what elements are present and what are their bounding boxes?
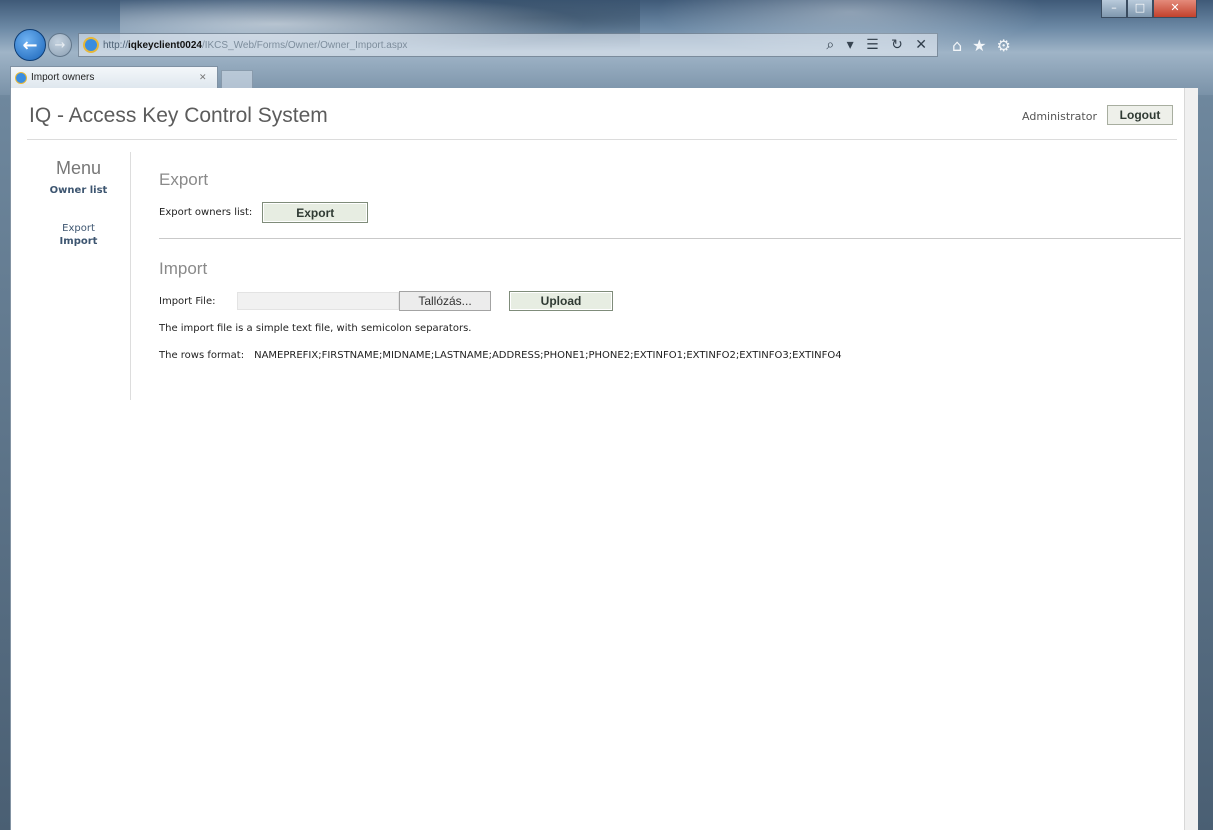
page-content: IQ - Access Key Control System Administr… [10, 88, 1198, 830]
url-scheme: http:// [103, 39, 129, 51]
logout-button[interactable]: Logout [1107, 105, 1173, 125]
new-tab-button[interactable] [221, 70, 253, 88]
url-path: /IKCS_Web/Forms/Owner/Owner_Import.aspx [201, 39, 408, 51]
minimize-button[interactable]: – [1101, 0, 1127, 18]
browser-chrome: – □ ✕ ← → http:// iqkeyclient0024 /IKCS_… [0, 0, 1213, 95]
address-actions[interactable]: ⌕ ▾ ☰ ↻ ✕ [826, 37, 931, 53]
tab-import-owners[interactable]: Import owners ✕ [10, 66, 218, 88]
sidebar-menu: Menu Owner list Export Import [27, 152, 131, 400]
address-bar[interactable]: http:// iqkeyclient0024 /IKCS_Web/Forms/… [78, 33, 938, 57]
url-host: iqkeyclient0024 [128, 39, 202, 51]
ie-page-icon [83, 37, 99, 53]
import-file-input[interactable] [237, 292, 399, 310]
maximize-button[interactable]: □ [1127, 0, 1153, 18]
format-value: NAMEPREFIX;FIRSTNAME;MIDNAME;LASTNAME;AD… [254, 350, 842, 361]
back-button[interactable]: ← [14, 29, 46, 61]
sidebar-item-owner-list[interactable]: Owner list [27, 185, 130, 196]
browse-button[interactable]: Tallózás... [399, 291, 491, 311]
export-row: Export owners list: Export [159, 202, 1183, 223]
import-section-title: Import [159, 259, 208, 278]
tab-strip: Import owners ✕ [10, 66, 253, 88]
menu-title: Menu [55, 158, 102, 178]
format-label: The rows format: [159, 350, 245, 361]
navigation-bar: ← → http:// iqkeyclient0024 /IKCS_Web/Fo… [14, 28, 1204, 62]
close-window-button[interactable]: ✕ [1153, 0, 1197, 18]
format-row: The rows format: NAMEPREFIX;FIRSTNAME;MI… [159, 350, 1183, 361]
page-title: IQ - Access Key Control System [29, 104, 328, 127]
tab-favicon-icon [15, 71, 27, 84]
app-header: IQ - Access Key Control System Administr… [27, 102, 1177, 140]
export-button[interactable]: Export [262, 202, 369, 223]
import-file-label: Import File: [159, 295, 216, 307]
export-section-title: Export [159, 170, 209, 189]
upload-button[interactable]: Upload [509, 291, 613, 311]
tab-close-icon[interactable]: ✕ [199, 73, 217, 83]
current-user: Administrator [1022, 110, 1097, 123]
window-controls: – □ ✕ [1101, 0, 1197, 20]
sidebar-item-export[interactable]: Export [27, 222, 130, 235]
tab-label: Import owners [31, 72, 95, 83]
export-label: Export owners list: [159, 207, 253, 218]
import-info-text: The import file is a simple text file, w… [159, 323, 472, 334]
vertical-scrollbar[interactable] [1184, 88, 1198, 830]
forward-button[interactable]: → [48, 33, 72, 57]
sidebar-item-import[interactable]: Import [27, 235, 130, 248]
import-file-row: Import File: Tallózás... Upload [159, 291, 1183, 311]
main-content: Export Export owners list: Export Import… [159, 170, 1183, 361]
section-divider [159, 238, 1181, 239]
home-favorites-settings-icons[interactable]: ⌂★⚙ [952, 36, 1021, 55]
